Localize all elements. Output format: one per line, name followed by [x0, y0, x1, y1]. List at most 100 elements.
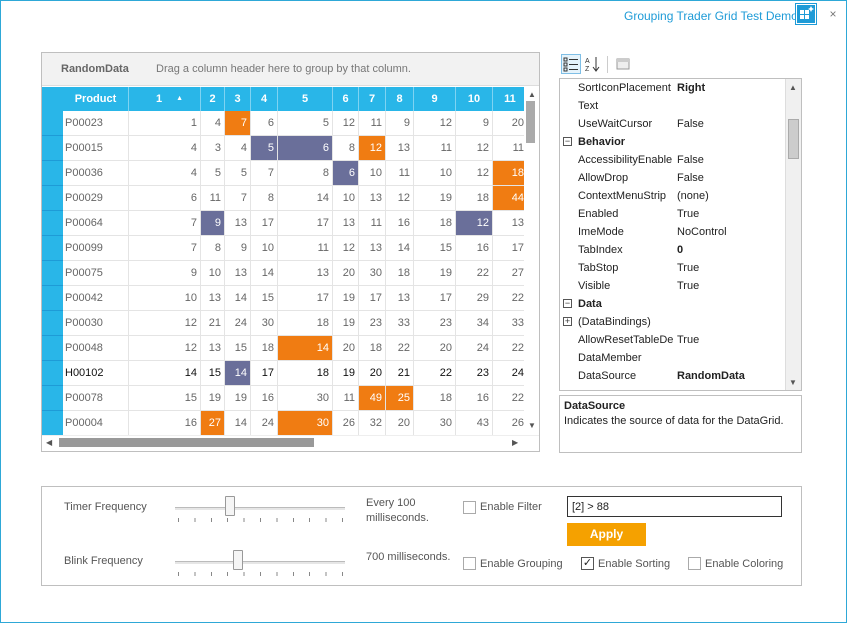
value-cell[interactable]: 13	[278, 261, 333, 286]
value-cell[interactable]: 13	[493, 211, 528, 236]
value-cell[interactable]: 19	[414, 186, 456, 211]
value-cell[interactable]: 22	[456, 261, 493, 286]
value-cell[interactable]: 13	[225, 211, 251, 236]
value-cell[interactable]: 16	[456, 386, 493, 411]
property-value[interactable]: True	[677, 259, 699, 277]
property-category[interactable]: − Behavior	[560, 133, 785, 151]
value-cell[interactable]: 20	[386, 411, 414, 436]
property-value[interactable]: True	[677, 277, 699, 295]
product-cell[interactable]: P00075	[63, 261, 129, 286]
property-value[interactable]: NoControl	[677, 223, 727, 241]
value-cell[interactable]: 23	[456, 361, 493, 386]
value-cell[interactable]: 12	[359, 136, 386, 161]
property-scroll-up-icon[interactable]: ▲	[789, 83, 797, 92]
product-cell[interactable]: P00099	[63, 236, 129, 261]
value-cell[interactable]: 12	[333, 236, 359, 261]
value-cell[interactable]: 30	[251, 311, 278, 336]
property-row[interactable]: SortIconPlacement Right	[560, 79, 785, 97]
value-cell[interactable]: 14	[386, 236, 414, 261]
product-cell[interactable]: P00064	[63, 211, 129, 236]
grid-horizontal-scroll-thumb[interactable]	[59, 438, 314, 447]
value-cell[interactable]: 24	[456, 336, 493, 361]
property-value[interactable]: (none)	[677, 187, 709, 205]
expand-icon[interactable]: +	[563, 317, 572, 326]
value-cell[interactable]: 20	[493, 111, 528, 136]
value-cell[interactable]: 20	[333, 336, 359, 361]
value-cell[interactable]: 13	[359, 186, 386, 211]
grid-vertical-scroll-thumb[interactable]	[526, 101, 535, 143]
value-cell[interactable]: 13	[386, 286, 414, 311]
value-cell[interactable]: 5	[278, 111, 333, 136]
property-value[interactable]: True	[677, 205, 699, 223]
value-cell[interactable]: 19	[414, 261, 456, 286]
column-header-2[interactable]: 2	[201, 87, 225, 111]
trader-grid[interactable]: RandomData Drag a column header here to …	[41, 52, 540, 452]
scroll-right-icon[interactable]: ▶	[512, 438, 518, 447]
value-cell[interactable]: 4	[201, 111, 225, 136]
value-cell[interactable]: 18	[414, 211, 456, 236]
column-header-3[interactable]: 3	[225, 87, 251, 111]
value-cell[interactable]: 6	[129, 186, 201, 211]
value-cell[interactable]: 8	[333, 136, 359, 161]
column-header-9[interactable]: 9	[414, 87, 456, 111]
value-cell[interactable]: 11	[386, 161, 414, 186]
product-cell[interactable]: P00004	[63, 411, 129, 436]
value-cell[interactable]: 9	[456, 111, 493, 136]
value-cell[interactable]: 25	[386, 386, 414, 411]
value-cell[interactable]: 6	[251, 111, 278, 136]
collapse-icon[interactable]: −	[563, 299, 572, 308]
property-list[interactable]: SortIconPlacement Right Text UseWaitCursor F…	[559, 78, 802, 391]
value-cell[interactable]: 26	[333, 411, 359, 436]
value-cell[interactable]: 12	[414, 111, 456, 136]
value-cell[interactable]: 16	[386, 211, 414, 236]
value-cell[interactable]: 17	[414, 286, 456, 311]
row-selector[interactable]	[42, 211, 63, 236]
value-cell[interactable]: 12	[333, 111, 359, 136]
value-cell[interactable]: 23	[414, 311, 456, 336]
value-cell[interactable]: 21	[201, 311, 225, 336]
column-header-6[interactable]: 6	[333, 87, 359, 111]
enable-filter-label[interactable]: Enable Filter	[480, 501, 542, 513]
column-header-10[interactable]: 10	[456, 87, 493, 111]
value-cell[interactable]: 20	[414, 336, 456, 361]
timer-frequency-slider[interactable]	[175, 496, 345, 522]
product-cell[interactable]: P00015	[63, 136, 129, 161]
alphabetical-sort-icon[interactable]: AZ	[583, 54, 603, 74]
property-value[interactable]: Right	[677, 79, 705, 97]
value-cell[interactable]: 30	[278, 386, 333, 411]
value-cell[interactable]: 18	[251, 336, 278, 361]
value-cell[interactable]: 15	[251, 286, 278, 311]
row-selector[interactable]	[42, 336, 63, 361]
value-cell[interactable]: 6	[333, 161, 359, 186]
enable-filter-checkbox[interactable]	[463, 501, 476, 514]
value-cell[interactable]: 26	[493, 411, 528, 436]
value-cell[interactable]: 17	[359, 286, 386, 311]
value-cell[interactable]: 16	[456, 236, 493, 261]
row-selector[interactable]	[42, 136, 63, 161]
value-cell[interactable]: 17	[251, 361, 278, 386]
value-cell[interactable]: 10	[414, 161, 456, 186]
value-cell[interactable]: 6	[278, 136, 333, 161]
value-cell[interactable]: 19	[333, 286, 359, 311]
value-cell[interactable]: 5	[201, 161, 225, 186]
value-cell[interactable]: 13	[201, 286, 225, 311]
property-pages-icon[interactable]	[613, 54, 633, 74]
row-selector[interactable]	[42, 236, 63, 261]
value-cell[interactable]: 9	[201, 211, 225, 236]
value-cell[interactable]: 4	[225, 136, 251, 161]
value-cell[interactable]: 17	[278, 286, 333, 311]
value-cell[interactable]: 14	[225, 411, 251, 436]
value-cell[interactable]: 14	[278, 336, 333, 361]
property-value[interactable]: 0	[677, 241, 683, 259]
row-selector[interactable]	[42, 361, 63, 386]
slider-thumb[interactable]	[225, 496, 235, 516]
value-cell[interactable]: 22	[493, 286, 528, 311]
property-row[interactable]: Text	[560, 97, 785, 115]
value-cell[interactable]: 22	[414, 361, 456, 386]
value-cell[interactable]: 22	[493, 336, 528, 361]
row-selector[interactable]	[42, 311, 63, 336]
value-cell[interactable]: 1	[129, 111, 201, 136]
apply-button[interactable]: Apply	[567, 523, 646, 546]
value-cell[interactable]: 8	[201, 236, 225, 261]
value-cell[interactable]: 30	[414, 411, 456, 436]
